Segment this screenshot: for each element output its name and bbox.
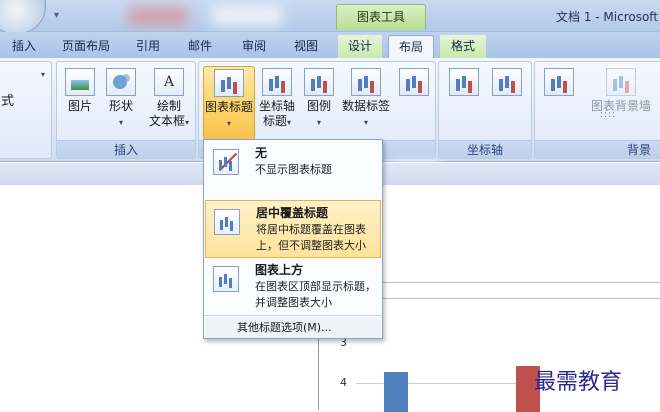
data-table-icon (399, 68, 429, 96)
tab-references[interactable]: 引用 (128, 35, 168, 58)
no-title-icon (213, 149, 239, 175)
plot-area-icon (544, 68, 574, 96)
insert-group-label: 插入 (57, 140, 195, 158)
centered-overlay-title-icon (214, 209, 240, 235)
insert-group: 图片 形状 ▾ 绘制 文本框▾ 插入 (56, 61, 196, 159)
tab-mailings[interactable]: 邮件 (180, 35, 220, 58)
background-group: 图表背景墙 背景 (534, 61, 660, 159)
option-description: 在图表区顶部显示标题，并调整图表大小 (255, 280, 376, 309)
y-tick-label: 4 (340, 376, 347, 389)
tab-review[interactable]: 审阅 (234, 35, 274, 58)
data-labels-button[interactable]: 数据标签 ▾ (339, 66, 393, 130)
blurred-region (128, 6, 188, 26)
option-title: 图表上方 (255, 263, 304, 277)
blurred-region (212, 6, 282, 26)
gridlines-button[interactable] (487, 66, 527, 99)
data-table-button[interactable] (395, 66, 433, 99)
tab-design[interactable]: 设计 (338, 35, 382, 58)
axis-titles-label-line1: 坐标轴 (258, 99, 295, 113)
tab-insert[interactable]: 插入 (8, 35, 40, 58)
dropdown-caret-icon: ▾ (316, 118, 321, 127)
chart-title-button[interactable]: 图表标题 ▾ (203, 66, 255, 140)
tab-format[interactable]: 格式 (440, 35, 486, 58)
dropdown-caret-icon: ▾ (226, 119, 231, 128)
textbox-button[interactable]: 绘制 文本框▾ (143, 66, 195, 130)
axis-titles-button[interactable]: 坐标轴 标题▾ (257, 66, 297, 130)
picture-icon (65, 68, 95, 96)
above-chart-title-icon (213, 266, 239, 292)
axes-group-label: 坐标轴 (439, 140, 531, 158)
chart-title-option-centered-overlay[interactable]: 居中覆盖标题 将居中标题覆盖在图表上，但不调整图表大小 (205, 200, 381, 258)
picture-button[interactable]: 图片 (61, 66, 99, 114)
tab-layout[interactable]: 布局 (388, 35, 434, 59)
dropdown-caret-icon[interactable]: ▾ (41, 70, 45, 79)
picture-label: 图片 (67, 99, 92, 113)
ribbon-tabs: 插入 页面布局 引用 邮件 审阅 视图 设计 布局 格式 (0, 32, 660, 59)
data-labels-label: 数据标签 (341, 99, 390, 113)
watermark: 最需教育 (534, 370, 623, 395)
axes-icon (449, 68, 479, 96)
chart-bar[interactable] (384, 372, 408, 412)
shapes-icon (106, 68, 136, 96)
axes-group: 坐标轴 (438, 61, 532, 159)
window-title: 文档 1 - Microsoft (556, 10, 659, 24)
shapes-button[interactable]: 形状 ▾ (101, 66, 141, 130)
option-description: 将居中标题覆盖在图表上，但不调整图表大小 (256, 223, 366, 252)
chart-wall-button: 图表背景墙 (581, 66, 660, 114)
tab-view[interactable]: 视图 (286, 35, 326, 58)
dropdown-caret-icon: ▾ (287, 118, 292, 127)
partial-label: 式 (1, 94, 15, 109)
chart-title-option-none[interactable]: 无 不显示图表标题 (205, 141, 381, 199)
office-button[interactable] (0, 0, 46, 34)
gridline (356, 383, 526, 384)
data-labels-icon (351, 68, 381, 96)
option-description: 不显示图表标题 (255, 163, 332, 176)
axes-button[interactable] (445, 66, 483, 99)
legend-icon (304, 68, 334, 96)
shapes-label: 形状 (108, 99, 133, 113)
quick-access-dropdown-icon[interactable]: ▾ (54, 10, 59, 21)
tab-page-layout[interactable]: 页面布局 (54, 35, 118, 58)
chart-tools-context-label: 图表工具 (336, 4, 426, 30)
chart-resize-handle[interactable]: :::: (600, 110, 616, 120)
axis-titles-icon (262, 68, 292, 96)
chart-title-label: 图表标题 (204, 100, 253, 114)
plot-area-button[interactable] (539, 66, 579, 99)
option-title: 居中覆盖标题 (256, 206, 329, 220)
textbox-label-line1: 绘制 (156, 99, 181, 113)
chart-wall-icon (606, 68, 636, 96)
option-title: 无 (255, 146, 268, 160)
menu-separator (204, 315, 382, 316)
chart-title-option-above-chart[interactable]: 图表上方 在图表区顶部显示标题，并调整图表大小 (205, 258, 381, 316)
dropdown-caret-icon: ▾ (363, 118, 368, 127)
partial-group: ▾ 式 (0, 61, 52, 159)
gridlines-icon (492, 68, 522, 96)
chart-title-icon (214, 69, 244, 97)
axis-titles-label-line2: 标题 (262, 114, 287, 128)
textbox-label-line2: 文本框 (148, 114, 185, 128)
legend-label: 图例 (306, 99, 331, 113)
legend-button[interactable]: 图例 ▾ (301, 66, 337, 130)
dropdown-caret-icon: ▾ (185, 118, 190, 127)
dropdown-caret-icon: ▾ (118, 118, 123, 127)
more-title-options[interactable]: 其他标题选项(M)... (205, 317, 381, 338)
textbox-icon (154, 68, 184, 96)
chart-title-dropdown: 无 不显示图表标题 居中覆盖标题 将居中标题覆盖在图表上，但不调整图表大小 图表… (203, 139, 383, 339)
title-bar: ▾ 图表工具 文档 1 - Microsoft (0, 0, 660, 34)
background-group-label: 背景 (535, 140, 660, 158)
